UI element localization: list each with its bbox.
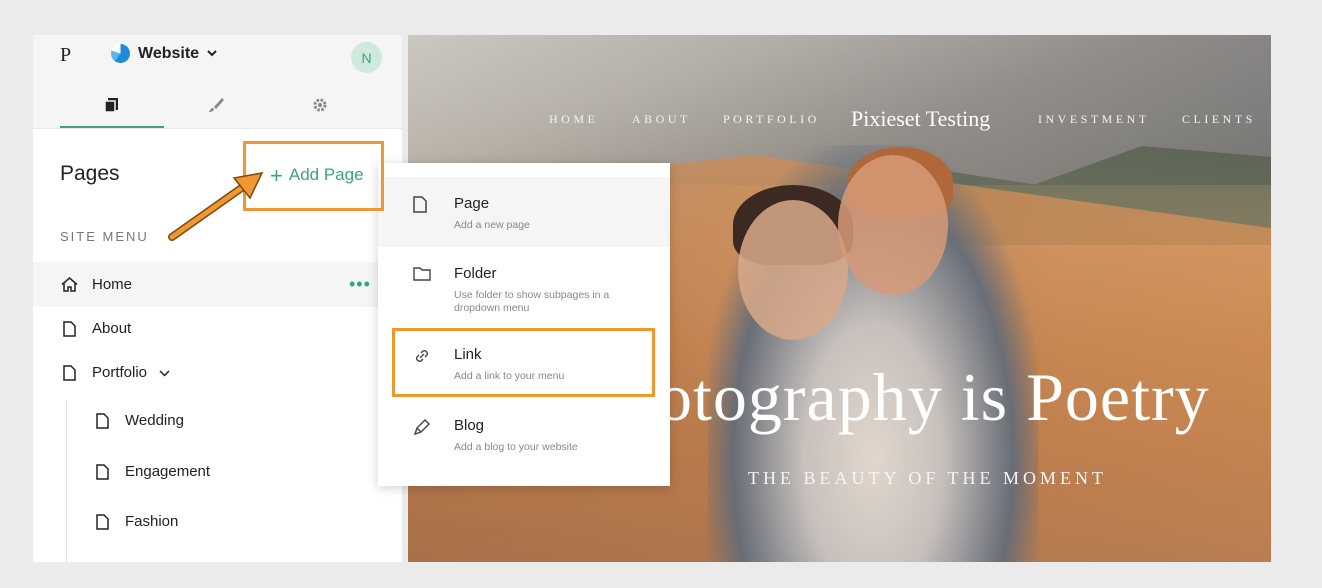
sidebar-item-portfolio[interactable]: Portfolio (33, 350, 402, 395)
sidebar-item-engagement[interactable]: Engagement (33, 449, 402, 494)
page-icon (93, 513, 111, 530)
sidebar-item-label: Portfolio (92, 364, 148, 381)
site-name: Website (138, 44, 200, 62)
site-globe-icon (111, 44, 130, 63)
hero-subheadline: THE BEAUTY OF THE MOMENT (748, 468, 1107, 488)
preview-nav-clients[interactable]: CLIENTS (1182, 112, 1256, 127)
sidebar-item-wedding[interactable]: Wedding (33, 398, 402, 443)
folder-icon (413, 266, 431, 286)
preview-nav-about[interactable]: ABOUT (632, 112, 691, 127)
dropdown-item-page[interactable]: Page Add a new page (378, 177, 670, 247)
preview-brand[interactable]: Pixieset Testing (851, 106, 990, 132)
sidebar-tabs (33, 82, 402, 129)
preview-nav-home[interactable]: HOME (549, 112, 598, 127)
preview-nav-portfolio[interactable]: PORTFOLIO (723, 112, 820, 127)
gear-icon (313, 98, 327, 112)
chevron-down-icon (207, 48, 217, 60)
sidebar: P Website N Pages + Add Page SITE MENU H… (33, 35, 402, 562)
hero-groom-face (838, 155, 948, 295)
pen-icon (413, 418, 431, 438)
tab-settings[interactable] (268, 82, 372, 128)
sidebar-item-label: Home (92, 276, 133, 293)
sidebar-item-home[interactable]: Home ••• (33, 262, 402, 307)
sidebar-item-label: About (92, 320, 132, 337)
top-bar: P Website N (33, 35, 402, 82)
hero-headline: otography is Poetry (658, 359, 1210, 435)
dropdown-item-blog[interactable]: Blog Add a blog to your website (378, 399, 670, 469)
hero-bride-face (738, 200, 848, 340)
more-options-icon[interactable]: ••• (349, 274, 371, 295)
tab-design[interactable] (164, 82, 268, 128)
sidebar-item-label: Wedding (125, 412, 184, 429)
sidebar-item-label: Engagement (125, 463, 211, 480)
annotation-box-link (392, 328, 655, 397)
sidebar-item-label: Fashion (125, 513, 179, 530)
page-icon (93, 412, 111, 429)
page-icon (60, 364, 78, 381)
tab-pages[interactable] (60, 82, 164, 128)
add-page-dropdown: Page Add a new page Folder Use folder to… (378, 163, 670, 486)
dropdown-item-desc: Add a blog to your website (454, 441, 578, 453)
dropdown-item-label: Blog (454, 417, 485, 434)
annotation-arrow-icon (168, 172, 264, 241)
dropdown-item-label: Folder (454, 265, 497, 282)
sidebar-item-about[interactable]: About (33, 306, 402, 351)
site-switcher[interactable]: Website (111, 44, 217, 63)
page-icon (60, 320, 78, 337)
brush-icon (209, 98, 224, 112)
preview-nav: HOME ABOUT PORTFOLIO Pixieset Testing IN… (408, 106, 1271, 132)
home-icon (60, 277, 78, 292)
page-icon (413, 196, 431, 216)
preview-nav-investment[interactable]: INVESTMENT (1038, 112, 1150, 127)
pages-icon (104, 98, 118, 113)
app-logo[interactable]: P (60, 44, 71, 67)
sidebar-item-fashion[interactable]: Fashion (33, 499, 402, 544)
dropdown-item-desc: Use folder to show subpages in a dropdow… (454, 289, 610, 314)
dropdown-item-folder[interactable]: Folder Use folder to show subpages in a … (378, 247, 670, 317)
dropdown-item-desc: Add a new page (454, 219, 530, 231)
page-title: Pages (60, 162, 120, 185)
site-menu-heading: SITE MENU (60, 229, 149, 244)
chevron-down-icon[interactable] (159, 364, 170, 381)
page-icon (93, 463, 111, 480)
avatar[interactable]: N (351, 42, 382, 73)
dropdown-item-label: Page (454, 195, 490, 212)
